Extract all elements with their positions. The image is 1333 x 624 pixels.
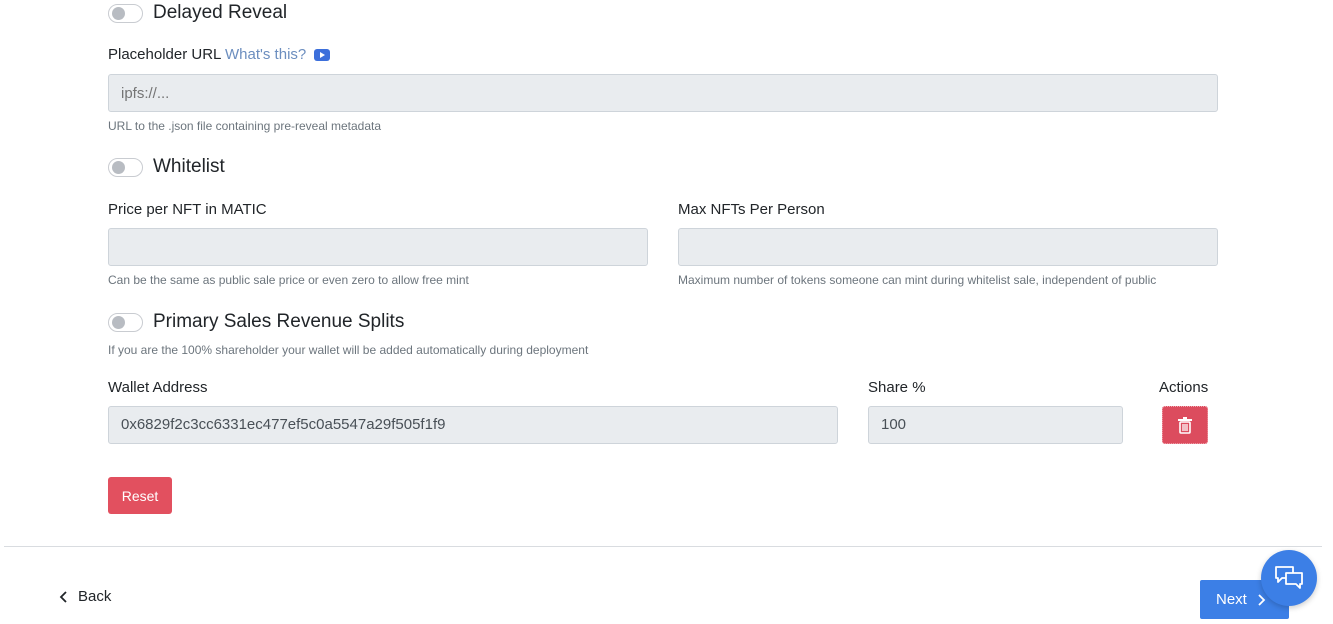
revenue-splits-label: Primary Sales Revenue Splits — [153, 311, 405, 332]
chevron-right-icon — [1258, 593, 1266, 606]
max-nfts-label: Max NFTs Per Person — [678, 201, 825, 218]
actions-header: Actions — [1159, 379, 1209, 396]
share-field[interactable]: 100 — [868, 406, 1123, 444]
price-help: Can be the same as public sale price or … — [108, 273, 469, 287]
toggle-knob — [112, 315, 125, 329]
back-label: Back — [78, 588, 112, 605]
placeholder-url-help: URL to the .json file containing pre-rev… — [108, 119, 382, 133]
delayed-reveal-label: Delayed Reveal — [153, 2, 288, 23]
toggle-knob — [112, 6, 125, 20]
whitelist-toggle[interactable] — [108, 157, 143, 177]
page: Delayed Reveal Placeholder URL What's th… — [0, 0, 1333, 624]
revenue-splits-help: If you are the 100% shareholder your wal… — [108, 343, 589, 357]
revenue-splits-row: Primary Sales Revenue Splits — [108, 311, 404, 333]
placeholder-url-input[interactable] — [108, 74, 1218, 112]
back-button[interactable]: Back — [58, 588, 111, 605]
delayed-reveal-toggle[interactable] — [108, 3, 143, 23]
youtube-icon[interactable] — [314, 49, 331, 62]
chat-button[interactable] — [1261, 550, 1317, 606]
whats-this-link[interactable]: What's this? — [225, 46, 306, 63]
divider — [4, 546, 1322, 547]
chevron-left-icon — [59, 590, 67, 603]
max-nfts-help: Maximum number of tokens someone can min… — [678, 273, 1157, 287]
revenue-splits-toggle[interactable] — [108, 312, 143, 332]
next-label: Next — [1216, 591, 1247, 608]
placeholder-url-label: Placeholder URL — [108, 46, 221, 63]
price-label: Price per NFT in MATIC — [108, 201, 267, 218]
delayed-reveal-row: Delayed Reveal — [108, 2, 287, 24]
trash-icon — [1178, 417, 1192, 434]
reset-button[interactable]: Reset — [108, 477, 172, 514]
wallet-address-header: Wallet Address — [108, 379, 208, 396]
placeholder-url-label-row: Placeholder URL What's this? — [108, 46, 331, 63]
max-nfts-input[interactable] — [678, 228, 1218, 266]
price-input[interactable] — [108, 228, 648, 266]
delete-split-button[interactable] — [1162, 406, 1208, 444]
whitelist-label: Whitelist — [153, 156, 225, 177]
share-header: Share % — [868, 379, 926, 396]
chat-icon — [1275, 566, 1303, 589]
whitelist-row: Whitelist — [108, 156, 225, 178]
toggle-knob — [112, 160, 125, 174]
wallet-address-field[interactable]: 0x6829f2c3cc6331ec477ef5c0a5547a29f505f1… — [108, 406, 838, 444]
